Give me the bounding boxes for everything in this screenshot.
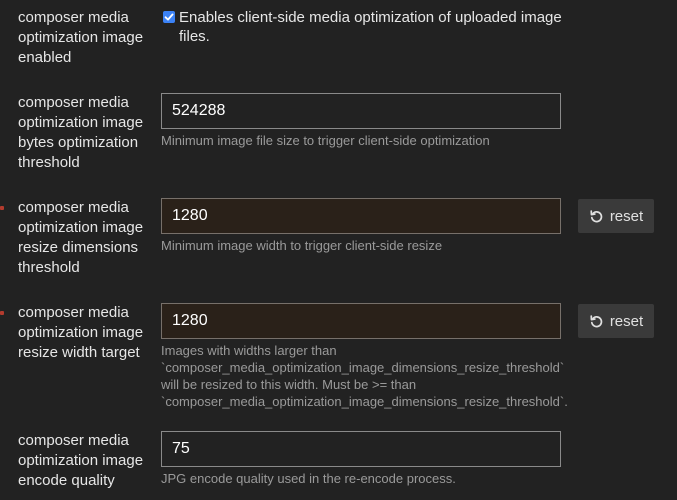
setting-image-enabled: composer media optimization image enable… [0, 8, 677, 72]
enabled-checkbox[interactable] [163, 11, 175, 23]
setting-label: composer media optimization image resize… [18, 304, 144, 361]
site-settings-page: composer media optimization image enable… [0, 0, 677, 500]
setting-bytes-threshold: composer media optimization image bytes … [0, 93, 677, 178]
undo-icon [589, 314, 604, 329]
setting-label: composer media optimization image encode… [18, 432, 144, 489]
reset-button[interactable]: reset [578, 199, 654, 233]
resize-width-target-input[interactable] [161, 303, 561, 339]
reset-label: reset [609, 312, 644, 330]
setting-description: Images with widths larger than `composer… [161, 343, 568, 409]
reset-label: reset [609, 207, 644, 225]
setting-label: composer media optimization image resize… [18, 199, 144, 276]
setting-description: JPG encode quality used in the re-encode… [161, 471, 456, 486]
resize-dimensions-threshold-input[interactable] [161, 198, 561, 234]
checkbox-description: Enables client-side media optimization o… [179, 9, 562, 45]
setting-label: composer media optimization image enable… [18, 9, 144, 66]
bytes-threshold-input[interactable] [161, 93, 561, 129]
undo-icon [589, 209, 604, 224]
setting-description: Minimum image width to trigger client-si… [161, 238, 443, 253]
setting-resize-dimensions-threshold: composer media optimization image resize… [0, 198, 677, 283]
setting-resize-width-target: composer media optimization image resize… [0, 303, 677, 415]
setting-encode-quality: composer media optimization image encode… [0, 431, 677, 500]
setting-label: composer media optimization image bytes … [18, 94, 144, 171]
setting-description: Minimum image file size to trigger clien… [161, 133, 490, 148]
encode-quality-input[interactable] [161, 431, 561, 467]
reset-button[interactable]: reset [578, 304, 654, 338]
checkmark-icon [164, 13, 174, 21]
